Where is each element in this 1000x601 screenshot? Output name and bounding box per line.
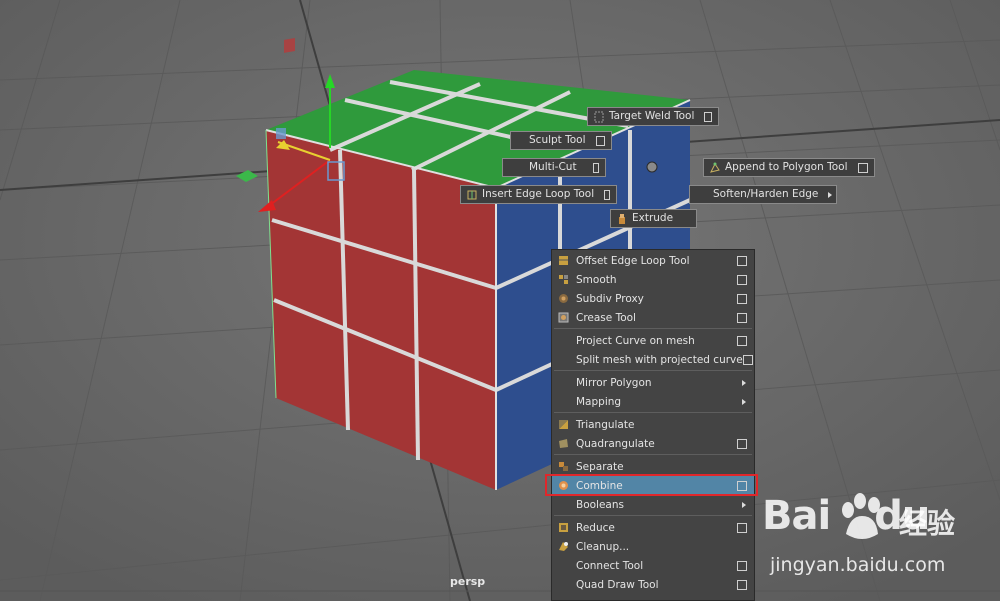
menu-item-cleanup[interactable]: Cleanup... xyxy=(552,537,754,556)
smooth-icon xyxy=(558,274,569,285)
menu-separator xyxy=(554,515,752,516)
marking-label: Insert Edge Loop Tool xyxy=(482,188,595,200)
menu-item-mapping[interactable]: Mapping xyxy=(552,392,754,411)
marking-target-weld-tool[interactable]: Target Weld Tool xyxy=(587,107,719,126)
combine-highlight-box xyxy=(545,474,758,496)
watermark-cn-text: 经验 xyxy=(899,507,956,540)
menu-item-label: Quad Draw Tool xyxy=(576,578,659,591)
option-box[interactable] xyxy=(737,335,747,346)
submenu-arrow-icon xyxy=(742,398,746,405)
menu-item-offset-edge-loop-tool[interactable]: Offset Edge Loop Tool xyxy=(552,251,754,270)
reduce-icon xyxy=(558,522,569,533)
triangulate-icon xyxy=(558,419,569,430)
menu-item-label: Smooth xyxy=(576,273,617,286)
option-box[interactable] xyxy=(737,522,747,533)
marking-label: Sculpt Tool xyxy=(529,134,586,146)
logo-text: Bai xyxy=(762,493,831,539)
menu-item-label: Mapping xyxy=(576,395,622,408)
option-box[interactable] xyxy=(737,438,747,449)
camera-name-label: persp xyxy=(450,575,486,588)
option-box[interactable] xyxy=(737,255,747,266)
blank-icon xyxy=(558,560,569,571)
separate-icon xyxy=(558,461,569,472)
menu-item-booleans[interactable]: Booleans xyxy=(552,495,754,514)
blank-icon xyxy=(558,335,569,346)
menu-item-label: Quadrangulate xyxy=(576,437,655,450)
marking-extrude[interactable]: Extrude xyxy=(610,209,697,228)
menu-item-crease-tool[interactable]: Crease Tool xyxy=(552,308,754,327)
menu-item-smooth[interactable]: Smooth xyxy=(552,270,754,289)
blank-icon xyxy=(558,354,569,365)
option-box[interactable] xyxy=(742,354,753,365)
menu-item-reduce[interactable]: Reduce xyxy=(552,518,754,537)
append-polygon-icon xyxy=(710,162,720,174)
menu-item-label: Mirror Polygon xyxy=(576,376,652,389)
marking-label: Soften/Harden Edge xyxy=(713,188,819,200)
marking-multi-cut[interactable]: Multi-Cut xyxy=(502,158,606,177)
blank-icon xyxy=(558,396,569,407)
cleanup-icon xyxy=(558,541,569,552)
option-box[interactable] xyxy=(592,162,599,173)
extrude-icon xyxy=(617,213,627,225)
marking-label: Target Weld Tool xyxy=(609,110,695,122)
menu-item-split-mesh-projected-curve[interactable]: Split mesh with projected curve xyxy=(552,350,754,369)
marking-label: Extrude xyxy=(632,212,674,224)
subdiv-proxy-icon xyxy=(558,293,569,304)
option-box[interactable] xyxy=(857,162,868,173)
submenu-arrow-icon xyxy=(828,191,833,198)
paw-icon xyxy=(842,493,880,539)
submenu-arrow-icon xyxy=(742,501,746,508)
edge-loop-icon xyxy=(467,189,477,201)
menu-item-connect-tool[interactable]: Connect Tool xyxy=(552,556,754,575)
menu-item-label: Project Curve on mesh xyxy=(576,334,695,347)
crease-tool-icon xyxy=(558,312,569,323)
menu-item-triangulate[interactable]: Triangulate xyxy=(552,415,754,434)
marking-soften-harden-edge[interactable]: Soften/Harden Edge xyxy=(689,185,837,204)
menu-item-subdiv-proxy[interactable]: Subdiv Proxy xyxy=(552,289,754,308)
option-box[interactable] xyxy=(704,111,712,122)
menu-item-project-curve-on-mesh[interactable]: Project Curve on mesh xyxy=(552,331,754,350)
menu-item-quad-draw-tool[interactable]: Quad Draw Tool xyxy=(552,575,754,594)
menu-item-label: Crease Tool xyxy=(576,311,636,324)
menu-item-label: Cleanup... xyxy=(576,540,630,553)
menu-item-mirror-polygon[interactable]: Mirror Polygon xyxy=(552,373,754,392)
option-box[interactable] xyxy=(595,135,605,146)
marking-label: Append to Polygon Tool xyxy=(725,161,848,173)
option-box[interactable] xyxy=(737,293,747,304)
offset-edge-loop-icon xyxy=(558,255,569,266)
marking-sculpt-tool[interactable]: Sculpt Tool xyxy=(510,131,612,150)
menu-item-label: Booleans xyxy=(576,498,624,511)
menu-item-label: Triangulate xyxy=(576,418,635,431)
menu-item-label: Reduce xyxy=(576,521,615,534)
watermark-url: jingyan.baidu.com xyxy=(770,554,946,576)
menu-separator xyxy=(554,454,752,455)
menu-separator xyxy=(554,370,752,371)
menu-item-label: Connect Tool xyxy=(576,559,644,572)
menu-item-label: Split mesh with projected curve xyxy=(576,353,743,366)
blank-icon xyxy=(558,499,569,510)
option-box[interactable] xyxy=(737,579,747,590)
menu-item-label: Subdiv Proxy xyxy=(576,292,644,305)
menu-item-label: Separate xyxy=(576,460,624,473)
3d-viewport[interactable]: Target Weld Tool Sculpt Tool Multi-Cut A… xyxy=(0,0,1000,601)
option-box[interactable] xyxy=(737,560,747,571)
menu-separator xyxy=(554,328,752,329)
baidu-jingyan-watermark: Bai du 经验 jingyan.baidu.com xyxy=(762,488,992,583)
polygon-context-menu[interactable]: Offset Edge Loop Tool Smooth Subdiv Prox… xyxy=(551,249,755,601)
weld-icon xyxy=(594,111,604,123)
marking-append-to-polygon-tool[interactable]: Append to Polygon Tool xyxy=(703,158,875,177)
blank-icon xyxy=(558,579,569,590)
blank-icon xyxy=(558,377,569,388)
menu-item-label: Offset Edge Loop Tool xyxy=(576,254,690,267)
option-box[interactable] xyxy=(604,189,610,200)
quadrangulate-icon xyxy=(558,438,569,449)
option-box[interactable] xyxy=(737,274,747,285)
marking-insert-edge-loop-tool[interactable]: Insert Edge Loop Tool xyxy=(460,185,617,204)
marking-label: Multi-Cut xyxy=(529,161,577,173)
submenu-arrow-icon xyxy=(742,379,746,386)
menu-item-quadrangulate[interactable]: Quadrangulate xyxy=(552,434,754,453)
option-box[interactable] xyxy=(737,312,747,323)
menu-separator xyxy=(554,412,752,413)
